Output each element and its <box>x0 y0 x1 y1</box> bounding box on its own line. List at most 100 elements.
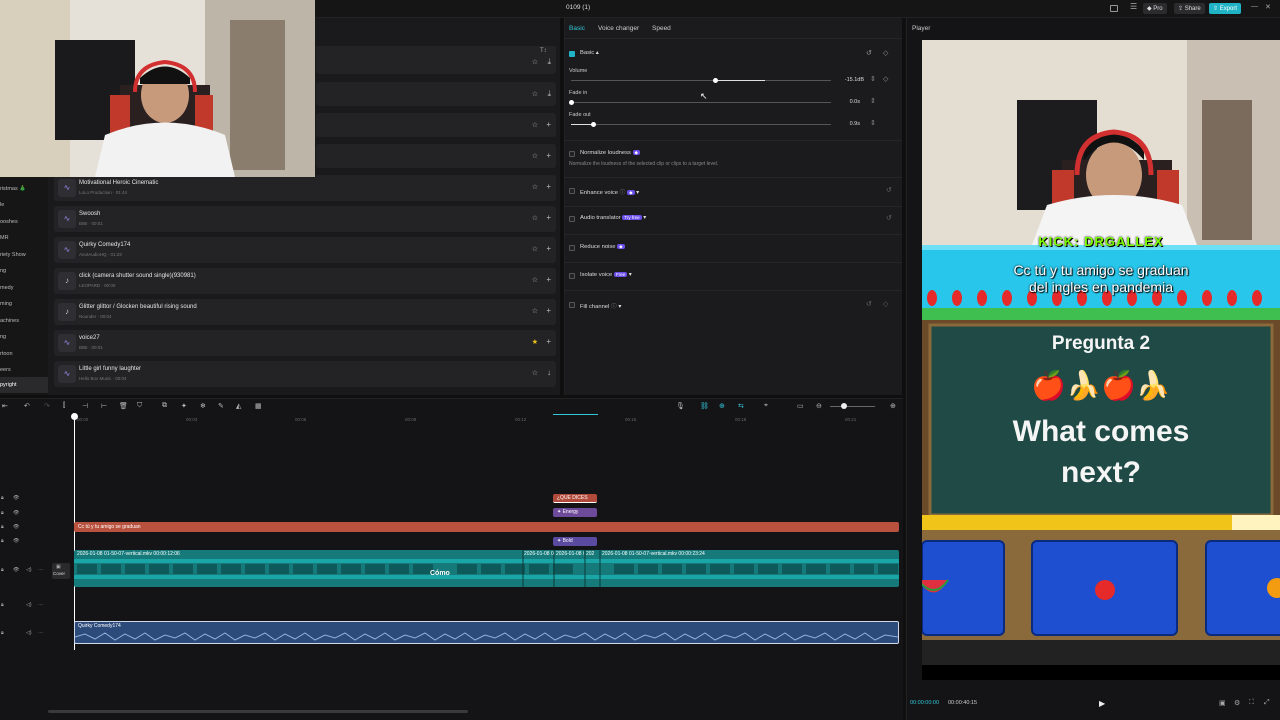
category-item[interactable]: le <box>0 197 48 213</box>
timeline-scrollbar[interactable] <box>48 710 468 713</box>
video-preview[interactable]: KICK: DRGALLEX Cc tú y tu amigo se gradu… <box>922 40 1280 680</box>
fit-icon[interactable]: ⛶ <box>1249 699 1254 707</box>
share-button[interactable]: ⇪ Share <box>1174 3 1205 14</box>
volume-knob[interactable] <box>713 78 718 83</box>
list-item[interactable]: ∿ voice27 BIBI · 00:01 ★ + <box>54 330 556 356</box>
list-item[interactable]: ∿ Little girl funny laughter Hello Box M… <box>54 361 556 387</box>
lock-icon[interactable]: 🔒︎ <box>1 524 4 530</box>
add-icon[interactable]: + <box>546 182 551 191</box>
preview-axis-icon[interactable]: ⌖ <box>764 402 768 410</box>
keyframe-icon[interactable]: ◇ <box>883 75 888 83</box>
stepper-icon[interactable]: ⇕ <box>870 119 876 127</box>
reset-icon[interactable]: ↺ <box>866 300 872 308</box>
add-icon[interactable]: + <box>546 306 551 315</box>
more-icon[interactable]: ⋯ <box>38 630 43 636</box>
category-item[interactable]: ng <box>0 329 48 345</box>
star-icon[interactable]: ☆ <box>532 152 538 160</box>
pro-button[interactable]: ◆ Pro <box>1143 3 1167 14</box>
add-icon[interactable]: + <box>546 244 551 253</box>
star-icon[interactable]: ☆ <box>532 245 538 253</box>
tab-basic[interactable]: Basic <box>569 25 585 32</box>
reset-icon[interactable]: ↺ <box>866 49 872 57</box>
isolate-voice-checkbox[interactable] <box>569 273 575 279</box>
star-icon[interactable]: ☆ <box>532 58 538 66</box>
zoom-in-icon[interactable]: ⊕ <box>890 402 896 410</box>
visibility-icon[interactable]: 👁︎ <box>13 538 19 544</box>
category-item[interactable]: ming <box>0 296 48 312</box>
category-item[interactable]: ooshes <box>0 214 48 230</box>
fade-in-value[interactable]: 0.0s <box>836 99 860 105</box>
list-item[interactable]: ☆ ⤓ <box>316 82 556 106</box>
category-item-selected[interactable]: pyright <box>0 377 48 393</box>
close-icon[interactable]: ✕ <box>1265 3 1271 11</box>
category-christmas[interactable]: ristmas 🎄 <box>0 181 48 197</box>
link-icon[interactable]: ⛓ <box>700 402 709 410</box>
freeze-icon[interactable]: ❄ <box>200 402 206 410</box>
split-right-icon[interactable]: ⊢ <box>101 402 107 410</box>
download-icon[interactable]: ⤓ <box>547 57 551 67</box>
volume-value[interactable]: -15.1dB <box>840 77 864 83</box>
fullscreen-icon[interactable]: ⤢ <box>1264 699 1270 707</box>
tab-speed[interactable]: Speed <box>652 25 671 32</box>
frame-icon[interactable]: ▦ <box>255 402 262 410</box>
fade-out-knob[interactable] <box>591 122 596 127</box>
audio-toggle-icon[interactable]: ◁) <box>26 630 32 636</box>
audio-toggle-icon[interactable]: ◁) <box>26 602 32 608</box>
category-item[interactable]: rtoon <box>0 346 48 362</box>
tab-voice-changer[interactable]: Voice changer <box>598 25 639 32</box>
effect-clip[interactable]: ✦ Bold <box>553 537 597 546</box>
add-icon[interactable]: + <box>546 213 551 222</box>
lock-icon[interactable]: 🔒︎ <box>1 567 4 573</box>
category-item[interactable]: medy <box>0 280 48 296</box>
lock-icon[interactable]: 🔒︎ <box>1 630 4 636</box>
split-left-icon[interactable]: ⊣ <box>82 402 88 410</box>
settings-icon[interactable]: ⚙ <box>1234 699 1240 707</box>
add-icon[interactable]: + <box>546 151 551 160</box>
download-icon[interactable]: ↓ <box>547 368 551 377</box>
visibility-icon[interactable]: 👁︎ <box>13 567 19 573</box>
more-icon[interactable]: ⋯ <box>38 602 43 608</box>
effect-icon[interactable]: ✦ <box>181 402 187 410</box>
zoom-slider[interactable] <box>830 406 875 407</box>
normalize-checkbox[interactable] <box>569 151 575 157</box>
snap-icon[interactable]: ⇆ <box>738 402 744 410</box>
list-item[interactable]: ∿ Swoosh BIBI · 00:01 ☆ + <box>54 206 556 232</box>
category-item[interactable]: riety Show <box>0 247 48 263</box>
info-icon[interactable]: ⓘ <box>620 190 626 196</box>
star-icon[interactable]: ☆ <box>532 369 538 377</box>
category-item[interactable]: ng <box>0 263 48 279</box>
magic-icon[interactable]: ✎ <box>218 402 224 410</box>
redo-icon[interactable]: ↷ <box>44 402 50 410</box>
caption-icon[interactable]: ▭ <box>797 402 804 410</box>
export-button[interactable]: ⇧ Export <box>1209 3 1242 14</box>
reset-icon[interactable]: ↺ <box>886 214 892 222</box>
lock-icon[interactable]: 🔒︎ <box>1 495 4 501</box>
list-item[interactable]: ☆ + <box>316 113 556 137</box>
translator-checkbox[interactable] <box>569 216 575 222</box>
reset-icon[interactable]: ↺ <box>886 186 892 194</box>
zoom-knob[interactable] <box>841 403 847 409</box>
text-clip[interactable]: Cc tú y tu amigo se graduan <box>74 522 899 532</box>
ratio-icon[interactable]: ▣ <box>1219 699 1226 707</box>
basic-checkbox[interactable] <box>569 51 575 57</box>
category-item[interactable]: MR <box>0 230 48 246</box>
info-icon[interactable]: ⓘ <box>611 304 617 310</box>
playhead-handle[interactable] <box>71 413 78 420</box>
list-item[interactable]: ∿ Quirky Comedy174 AnotAudioHQ · 01:23 ☆… <box>54 237 556 263</box>
fill-channel-checkbox[interactable] <box>569 302 575 308</box>
volume-slider[interactable] <box>571 80 831 81</box>
video-track[interactable]: 2026-01-08 01-50-07-vertical.mkv 00:00:1… <box>74 550 899 587</box>
star-filled-icon[interactable]: ★ <box>532 338 538 346</box>
list-item[interactable]: ♪ click (camera shutter sound single)(93… <box>54 268 556 294</box>
star-icon[interactable]: ☆ <box>532 307 538 315</box>
fade-out-value[interactable]: 0.9s <box>836 121 860 127</box>
work-area-marker[interactable] <box>553 414 598 415</box>
star-icon[interactable]: ☆ <box>532 183 538 191</box>
cover-button[interactable]: ▣ Cover <box>52 563 70 579</box>
list-item[interactable]: ∿ Motivational Heroic Cinematic LoLo Pro… <box>54 175 556 201</box>
category-item[interactable]: eers <box>0 362 48 378</box>
visibility-icon[interactable]: 👁︎ <box>13 510 19 516</box>
select-tool-icon[interactable]: ⇤ <box>2 402 8 410</box>
add-icon[interactable]: + <box>546 337 551 346</box>
sticker-clip[interactable]: ¿QUE DICES <box>553 494 597 503</box>
